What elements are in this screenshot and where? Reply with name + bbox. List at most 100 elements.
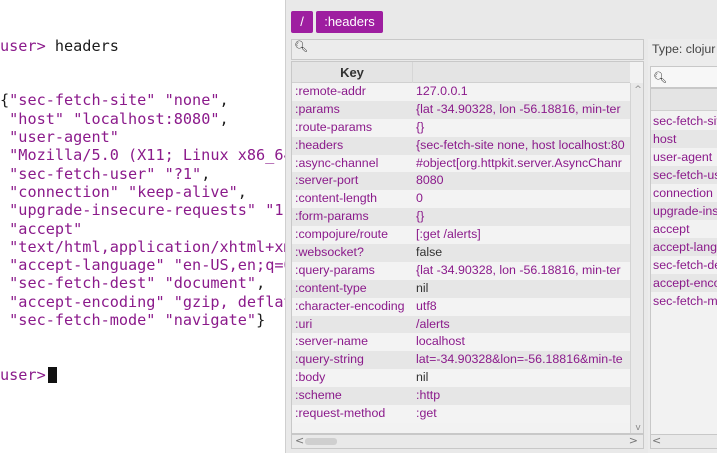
table-row[interactable]: :body nil [292, 369, 630, 388]
repl-output: {"sec-fetch-site" "none", "host" "localh… [0, 91, 290, 329]
table-row[interactable]: :content-length 0 [292, 190, 630, 209]
breadcrumb-headers[interactable]: :headers [316, 11, 383, 33]
vertical-scrollbar[interactable]: ^ v [630, 83, 643, 433]
key-column-header[interactable]: Key [292, 62, 412, 83]
repl-output-line: "connection" "keep-alive", [9, 182, 247, 201]
repl-command: headers [54, 36, 119, 55]
detail-list-header [651, 89, 717, 111]
detail-list-item[interactable]: accept [651, 220, 717, 238]
scroll-left-icon[interactable]: < [295, 434, 304, 447]
repl-output-line: "accept-encoding" "gzip, deflate, [9, 292, 290, 311]
table-search-input[interactable]: 🔍︎ [291, 39, 644, 60]
row-key: :query-params [295, 262, 375, 277]
table-row[interactable]: :query-params {lat -34.90328, lon -56.188… [292, 261, 630, 280]
row-key: :headers [295, 137, 344, 152]
value-column-header[interactable] [412, 62, 630, 83]
repl-output-line: "text/html,application/xhtml+xml, [9, 237, 290, 256]
table-row[interactable]: :compojure/route [:get /alerts] [292, 226, 630, 245]
detail-list-item[interactable]: sec-fetch-de [651, 256, 717, 274]
row-value: lat=-34.90328&lon=-56.18816&min-te [416, 352, 623, 367]
row-value: nil [416, 280, 429, 295]
table-row[interactable]: :uri/alerts [292, 315, 630, 334]
row-value: false [416, 245, 443, 260]
repl-output-line: "accept" [9, 219, 83, 238]
row-key: :async-channel [295, 155, 379, 170]
inspector-window: / :headers 🔍︎ Key :remote-addr 127.0.0.1:… [285, 0, 717, 453]
row-key: :scheme [295, 388, 342, 403]
repl-output-line: {"sec-fetch-site" "none", [0, 91, 229, 110]
search-icon: 🔍︎ [653, 71, 667, 84]
row-value: {} [416, 209, 425, 224]
row-value: 127.0.0.1 [416, 84, 468, 98]
detail-pane: Type: clojur 🔍︎ sec-fetch-sit host user-ag… [648, 39, 717, 453]
repl-input-line[interactable]: user> [0, 366, 290, 384]
table-row[interactable]: :route-params {} [292, 118, 630, 137]
detail-items: sec-fetch-sit host user-agent sec-fetch-us c… [651, 112, 717, 310]
table-row[interactable]: :headers {sec-fetch-site none, host local… [292, 136, 630, 155]
row-value: nil [416, 370, 429, 385]
row-key: :uri [295, 316, 313, 331]
row-key: :server-name [295, 334, 368, 349]
detail-search-input[interactable]: 🔍︎ [650, 66, 717, 88]
table-row[interactable]: :async-channel #object[org.httpkit.server… [292, 154, 630, 173]
table-row[interactable]: :params {lat -34.90328, lon -56.18816, mi… [292, 100, 630, 119]
scrollbar-thumb[interactable] [305, 438, 337, 445]
type-label: Type: clojur [652, 42, 716, 56]
row-value: :get [416, 406, 437, 421]
row-value: {lat -34.90328, lon -56.18816, min-ter [416, 101, 621, 116]
table-row[interactable]: :remote-addr 127.0.0.1 [292, 83, 630, 101]
row-key: :form-params [295, 209, 369, 224]
repl-output-line: "user-agent" [9, 128, 119, 147]
row-value: localhost [416, 334, 465, 349]
row-value: :http [416, 388, 441, 403]
detail-list-item[interactable]: sec-fetch-us [651, 166, 717, 184]
row-key: :server-port [295, 173, 359, 188]
row-key: :character-encoding [295, 298, 405, 313]
scroll-up-icon[interactable]: ^ [633, 85, 643, 95]
key-value-table: Key :remote-addr 127.0.0.1:params {lat -34… [291, 61, 644, 434]
table-row[interactable]: :websocket? false [292, 244, 630, 262]
detail-list-item[interactable]: sec-fetch-m [651, 292, 717, 310]
detail-list-item[interactable]: upgrade-ins [651, 202, 717, 220]
repl-terminal[interactable]: user> headers {"sec-fetch-site" "none", … [0, 0, 290, 453]
row-key: :request-method [295, 406, 386, 421]
table-row[interactable]: :request-method :get [292, 405, 630, 423]
repl-output-line: "sec-fetch-user" "?1", [9, 164, 211, 183]
table-row[interactable]: :query-string lat=-34.90328&lon=-56.18816… [292, 351, 630, 370]
scroll-down-icon[interactable]: v [633, 423, 643, 433]
detail-list-item[interactable]: accept-enco [651, 274, 717, 292]
row-value: /alerts [416, 316, 450, 331]
table-row[interactable]: :server-name localhost [292, 333, 630, 352]
row-key: :query-string [295, 352, 364, 367]
repl-output-line: "host" "localhost:8080", [9, 109, 229, 128]
row-key: :content-type [295, 280, 367, 295]
repl-prompt-current: user> [0, 365, 46, 384]
repl-prompt: user> [0, 36, 46, 55]
detail-list-item[interactable]: host [651, 130, 717, 148]
horizontal-scrollbar[interactable]: < > [291, 434, 644, 449]
row-key: :compojure/route [295, 227, 388, 242]
scroll-left-icon[interactable]: < [652, 434, 661, 447]
breadcrumb-root[interactable]: / [291, 11, 313, 33]
row-key: :content-length [295, 191, 377, 206]
detail-horizontal-scrollbar[interactable]: < [650, 434, 717, 449]
detail-list-item[interactable]: connection [651, 184, 717, 202]
row-value: {lat -34.90328, lon -56.18816, min-ter [416, 262, 621, 277]
detail-list: sec-fetch-sit host user-agent sec-fetch-us c… [650, 88, 717, 440]
table-row[interactable]: :character-encoding utf8 [292, 297, 630, 316]
scroll-right-icon[interactable]: > [629, 434, 638, 447]
table-header: Key [292, 62, 630, 83]
table-row[interactable]: :content-type nil [292, 279, 630, 298]
detail-list-item[interactable]: accept-langu [651, 238, 717, 256]
table-row[interactable]: :scheme :http [292, 387, 630, 406]
table-row[interactable]: :form-params {} [292, 208, 630, 227]
repl-output-line: "upgrade-insecure-requests" "1", [9, 201, 290, 220]
detail-list-item[interactable]: sec-fetch-sit [651, 112, 717, 130]
detail-list-item[interactable]: user-agent [651, 148, 717, 166]
repl-output-line: "sec-fetch-mode" "navigate"} [9, 311, 266, 330]
table-row[interactable]: :server-port 8080 [292, 172, 630, 191]
row-key: :websocket? [295, 245, 364, 260]
repl-command-line: user> headers [0, 37, 290, 55]
row-value: 0 [416, 191, 423, 206]
row-key: :body [295, 370, 326, 385]
